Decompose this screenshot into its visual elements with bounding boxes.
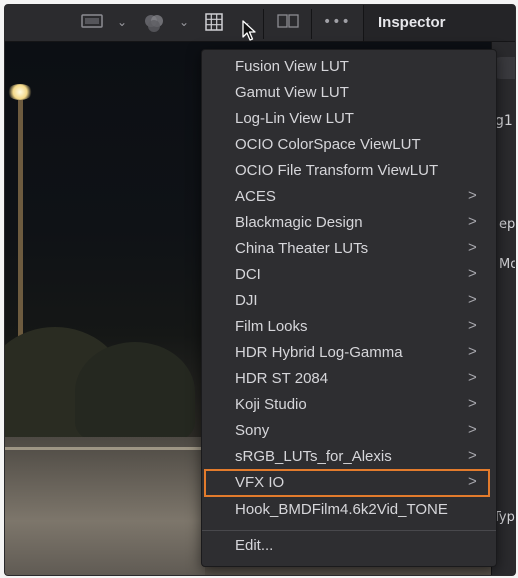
tree	[75, 342, 195, 442]
menu-item-label: sRGB_LUTs_for_Alexis	[235, 448, 392, 465]
menu-item-sony[interactable]: Sony >	[202, 418, 496, 444]
menu-item-srgb-luts-for-alexis[interactable]: sRGB_LUTs_for_Alexis >	[202, 444, 496, 470]
chevron-right-icon: >	[468, 239, 477, 256]
menu-item-hdr-st-2084[interactable]: HDR ST 2084 >	[202, 366, 496, 392]
menu-item-label: Gamut View LUT	[235, 84, 349, 101]
monitor-icon[interactable]	[81, 13, 103, 29]
inspector-node-name: g1	[495, 113, 513, 129]
menu-item-label: HDR ST 2084	[235, 370, 329, 387]
lut-menu: Fusion View LUT Gamut View LUT Log-Lin V…	[201, 49, 497, 567]
menu-item-label: Blackmagic Design	[235, 214, 363, 231]
chevron-right-icon: >	[468, 265, 477, 282]
menu-item-label: HDR Hybrid Log-Gamma	[235, 344, 403, 361]
street-lamp-light	[7, 84, 33, 100]
menu-item-label: DCI	[235, 266, 261, 283]
chevron-down-icon[interactable]: ⌄	[179, 15, 189, 29]
menu-item-label: Log-Lin View LUT	[235, 110, 354, 127]
menu-item-fusion-view-lut[interactable]: Fusion View LUT	[202, 54, 496, 80]
chevron-right-icon: >	[468, 447, 477, 464]
app-window: ⌄ ⌄ ⌄ ••• Inspector g1 ept Mod Typ Fusio…	[4, 4, 516, 576]
menu-item-label: Edit...	[235, 537, 274, 554]
chevron-right-icon: >	[468, 395, 477, 412]
menu-item-china-theater-luts[interactable]: China Theater LUTs >	[202, 236, 496, 262]
chevron-right-icon: >	[468, 187, 477, 204]
toolbar-divider	[311, 9, 312, 39]
menu-item-aces[interactable]: ACES >	[202, 184, 496, 210]
menu-item-hdr-hybrid-log-gamma[interactable]: HDR Hybrid Log-Gamma >	[202, 340, 496, 366]
menu-item-label: Koji Studio	[235, 396, 307, 413]
menu-item-koji-studio[interactable]: Koji Studio >	[202, 392, 496, 418]
menu-item-label: Sony	[235, 422, 270, 439]
menu-item-log-lin-view-lut[interactable]: Log-Lin View LUT	[202, 106, 496, 132]
menu-item-film-looks[interactable]: Film Looks >	[202, 314, 496, 340]
chevron-down-icon[interactable]: ⌄	[117, 15, 127, 29]
inspector-field-label: Mod	[499, 257, 515, 272]
viewer-toolbar: ⌄ ⌄ ⌄ •••	[5, 5, 363, 42]
guard-rail	[5, 447, 205, 450]
chevron-right-icon: >	[468, 213, 477, 230]
menu-item-ocio-file-transform-viewlut[interactable]: OCIO File Transform ViewLUT	[202, 158, 496, 184]
chevron-right-icon: >	[468, 317, 477, 334]
menu-item-hook-bmdfilm[interactable]: Hook_BMDFilm4.6k2Vid_TONE	[202, 497, 496, 523]
inspector-field-label: ept	[499, 217, 516, 232]
menu-item-label: DJI	[235, 292, 258, 309]
menu-item-edit[interactable]: Edit...	[202, 533, 496, 559]
menu-item-label: ACES	[235, 188, 276, 205]
grid-icon[interactable]	[205, 13, 223, 31]
toolbar-divider	[263, 9, 264, 39]
menu-item-dji[interactable]: DJI >	[202, 288, 496, 314]
more-options-button[interactable]: •••	[323, 14, 351, 30]
menu-item-label: VFX IO	[235, 474, 285, 491]
chevron-right-icon: >	[468, 343, 477, 360]
chevron-right-icon: >	[468, 473, 477, 490]
menu-item-vfx-io[interactable]: VFX IO >	[204, 469, 490, 497]
menu-item-dci[interactable]: DCI >	[202, 262, 496, 288]
mouse-cursor-icon	[242, 20, 256, 46]
menu-item-label: China Theater LUTs	[235, 240, 369, 257]
menu-item-label: OCIO ColorSpace ViewLUT	[235, 136, 421, 153]
chevron-right-icon: >	[468, 421, 477, 438]
menu-item-gamut-view-lut[interactable]: Gamut View LUT	[202, 80, 496, 106]
menu-item-label: Hook_BMDFilm4.6k2Vid_TONE	[235, 501, 448, 518]
chevron-right-icon: >	[468, 291, 477, 308]
menu-item-blackmagic-design[interactable]: Blackmagic Design >	[202, 210, 496, 236]
road	[5, 437, 205, 575]
menu-item-label: Fusion View LUT	[235, 58, 349, 75]
inspector-tab[interactable]: Inspector	[363, 5, 515, 42]
menu-item-label: OCIO File Transform ViewLUT	[235, 162, 439, 179]
menu-divider	[202, 530, 496, 531]
inspector-title: Inspector	[378, 14, 446, 31]
chevron-right-icon: >	[468, 369, 477, 386]
split-view-icon[interactable]	[277, 13, 299, 29]
menu-item-ocio-colorspace-viewlut[interactable]: OCIO ColorSpace ViewLUT	[202, 132, 496, 158]
color-wheel-icon[interactable]	[143, 13, 165, 33]
menu-item-label: Film Looks	[235, 318, 308, 335]
